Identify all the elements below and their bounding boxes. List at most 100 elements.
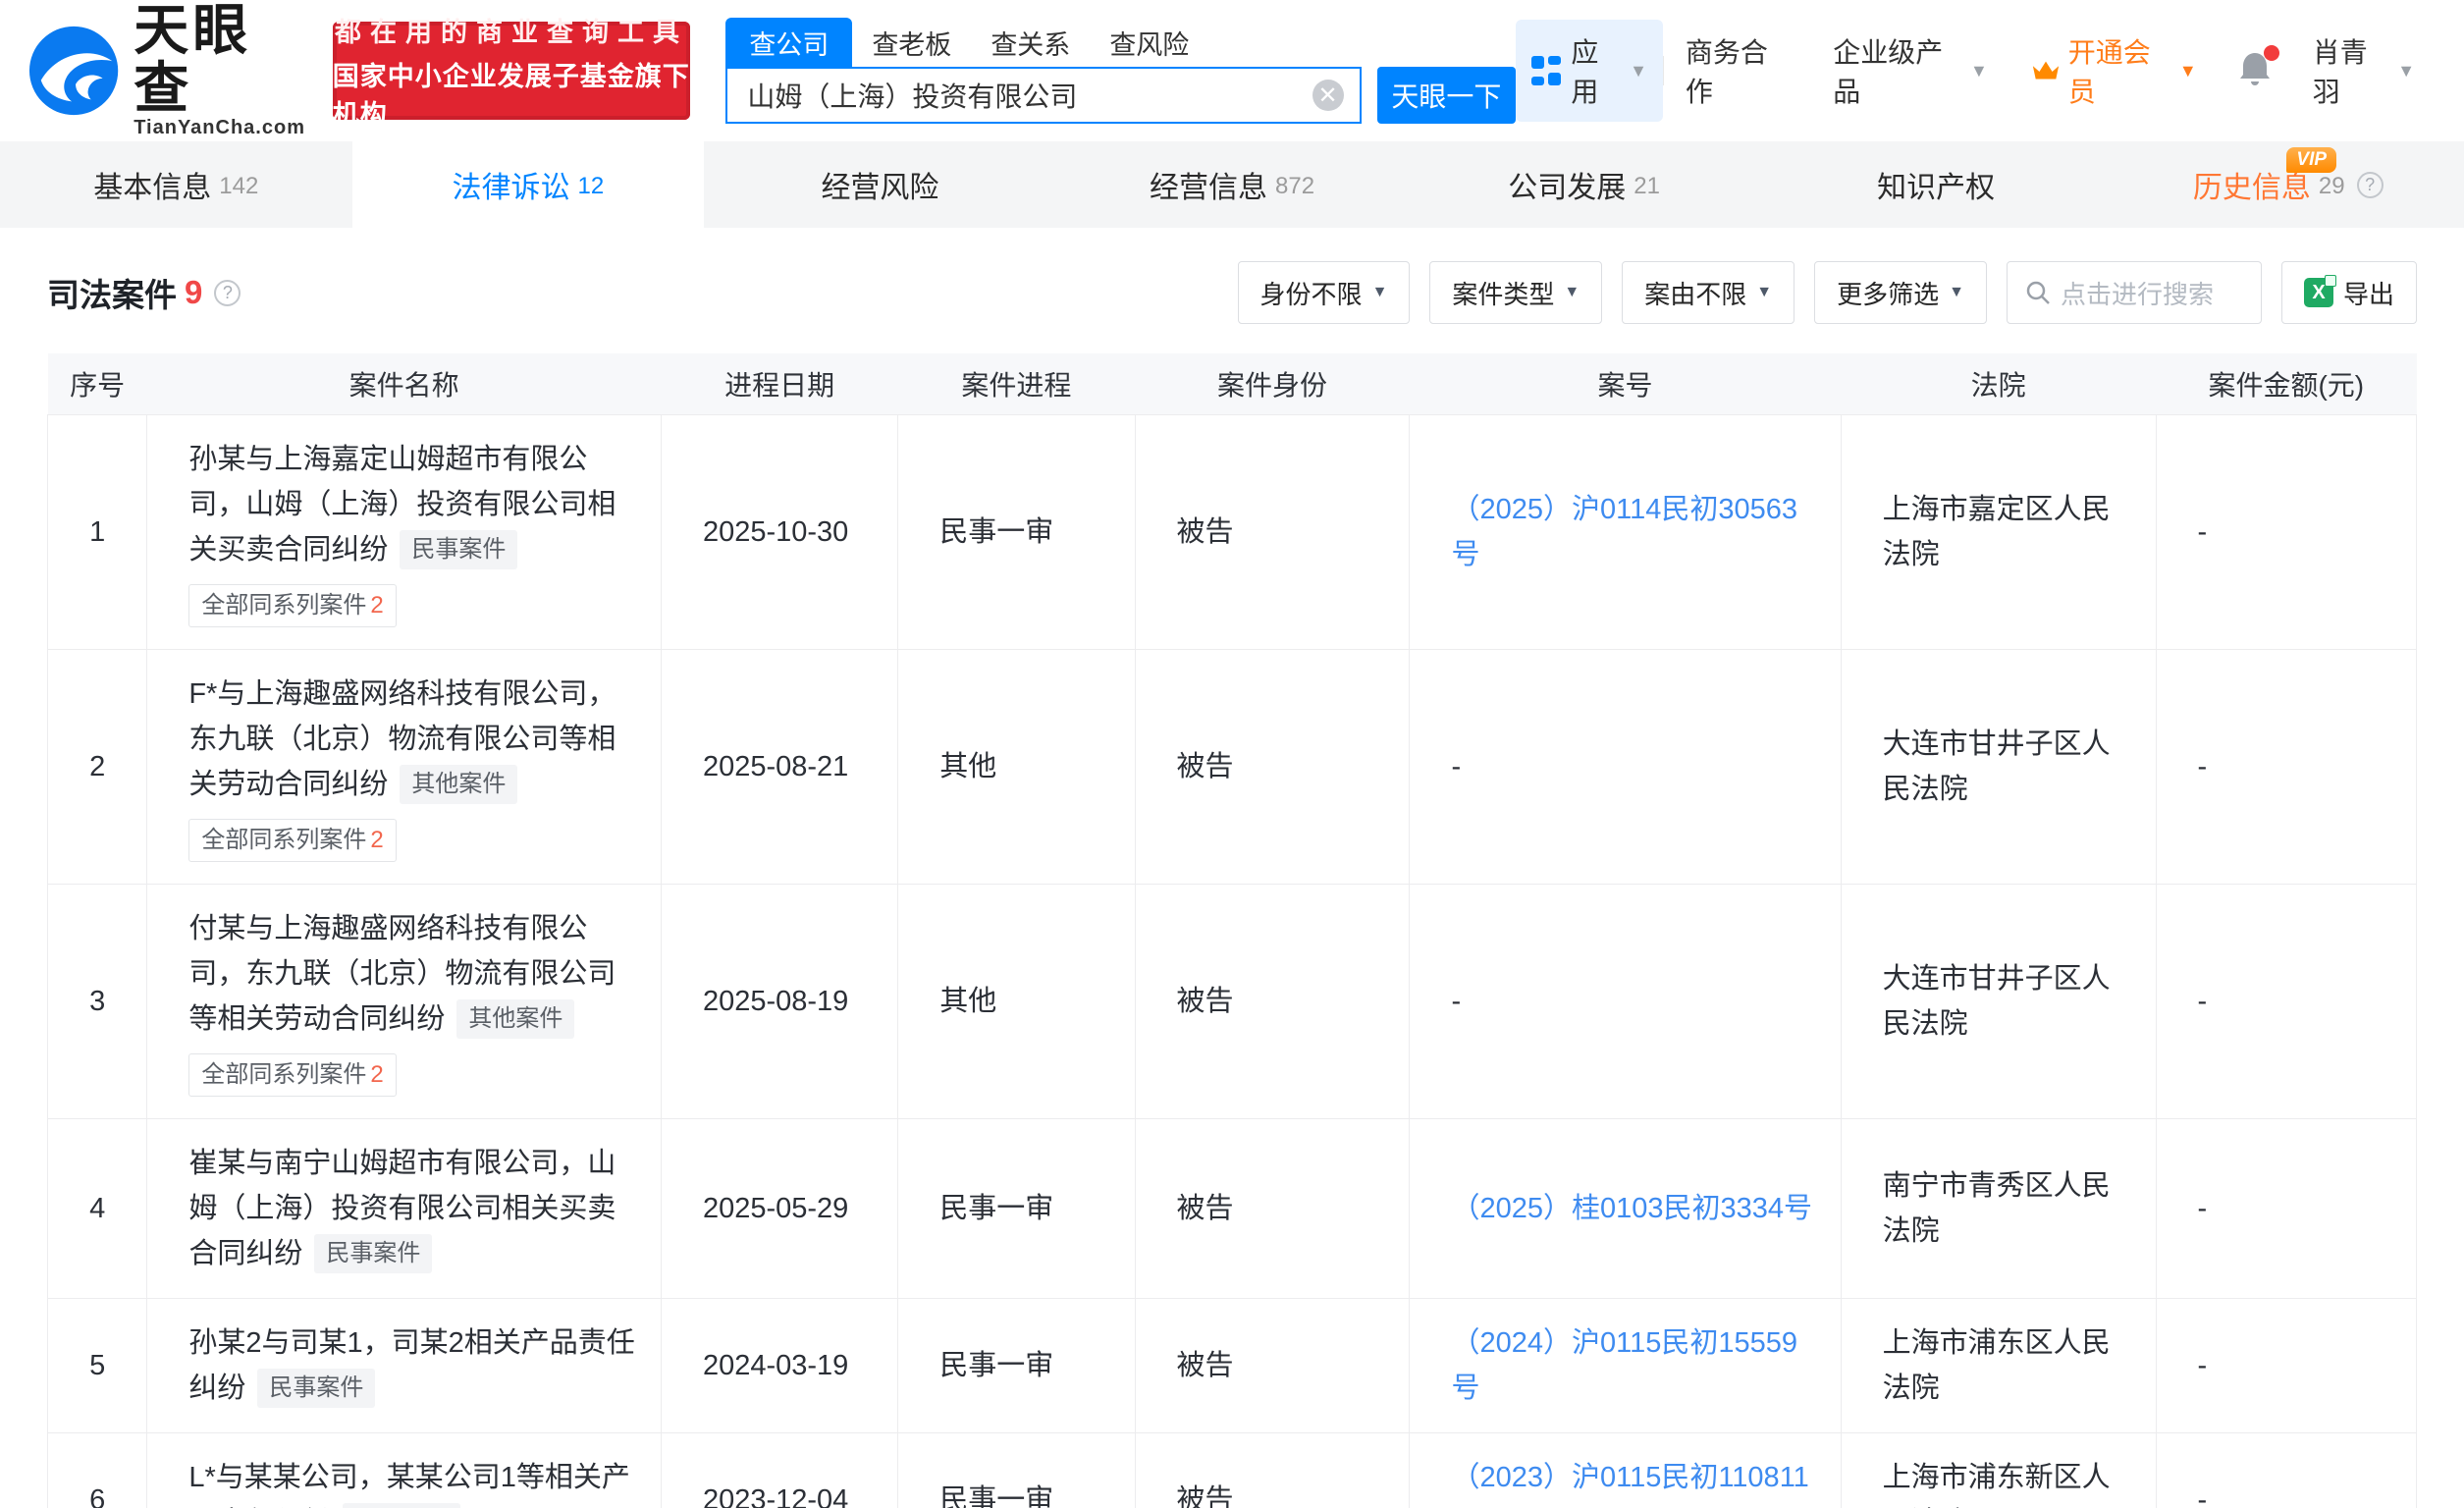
help-icon[interactable]: ?: [2356, 171, 2384, 198]
top-header: 天眼查 TianYanCha.com 都在用的商业查询工具 国家中小企业发展子基…: [0, 0, 2464, 141]
progress-date: 2024-03-19: [660, 1297, 899, 1433]
search-area: 查公司 查老板 查关系 查风险 山姆（上海）投资有限公司 ✕ 天眼一下: [725, 18, 1517, 124]
filter-toolbar: 身份不限 ▼ 案件类型 ▼ 案由不限 ▼ 更多筛选 ▼ 点击进行搜索 X 导出: [1237, 261, 2417, 324]
chevron-down-icon: ▼: [1564, 284, 1580, 300]
excel-icon: X: [2303, 275, 2336, 307]
section-title-judicial-cases: 司法案件 9 ?: [47, 269, 241, 316]
case-type-tag: 民事案件: [343, 1502, 461, 1508]
filter-cause[interactable]: 案由不限 ▼: [1622, 261, 1795, 324]
table-row: 1 孙某与上海嘉定山姆超市有限公司，山姆（上海）投资有限公司相关买卖合同纠纷 民事…: [46, 413, 2418, 650]
filter-more[interactable]: 更多筛选 ▼: [1814, 261, 1987, 324]
search-input[interactable]: 山姆（上海）投资有限公司 ✕: [725, 67, 1362, 124]
case-type-tag: 民事案件: [314, 1233, 433, 1273]
table-header-row: 序号 案件名称 进程日期 案件进程 案件身份 案号 法院 案件金额(元): [47, 353, 2417, 414]
search-tab-boss[interactable]: 查老板: [852, 18, 971, 67]
search-placeholder: 点击进行搜索: [2060, 279, 2214, 309]
tianyancha-logo[interactable]: 天眼查 TianYanCha.com: [27, 1, 307, 140]
case-number-cell: （2025）沪0114民初30563号: [1409, 413, 1842, 650]
tab-history-info[interactable]: VIP 历史信息 29 ?: [2112, 141, 2464, 228]
tab-operation-info[interactable]: 经营信息 872: [1056, 141, 1409, 228]
series-cases-link[interactable]: 全部同系列案件 2: [188, 583, 397, 627]
case-name: L*与某某公司，某某公司1等相关产品责任纠纷: [188, 1461, 630, 1508]
export-button[interactable]: X 导出: [2280, 261, 2417, 324]
open-vip-link[interactable]: 开通会员 ▼: [2009, 31, 2219, 110]
case-number[interactable]: （2025）桂0103民初3334号: [1451, 1193, 1812, 1224]
col-court: 法院: [1841, 353, 2157, 414]
case-progress: 其他: [897, 648, 1136, 885]
case-number[interactable]: （2024）沪0115民初15559号: [1451, 1327, 1797, 1404]
court-name: 南宁市青秀区人民法院: [1840, 1117, 2157, 1299]
case-amount: -: [2155, 883, 2418, 1119]
col-case-progress: 案件进程: [897, 353, 1136, 414]
table-row: 3 付某与上海趣盛网络科技有限公司，东九联（北京）物流有限公司等相关劳动合同纠纷…: [46, 883, 2418, 1119]
user-menu[interactable]: 肖青羽 ▼: [2291, 31, 2437, 110]
case-number: -: [1451, 985, 1462, 1017]
header-nav: 应用 ▼ 商务合作 企业级产品 ▼ 开通会员 ▼ 肖青羽 ▼: [1516, 20, 2437, 122]
case-progress: 民事一审: [897, 1431, 1136, 1508]
case-identity: 被告: [1134, 883, 1411, 1119]
business-cooperation-link[interactable]: 商务合作: [1664, 31, 1811, 110]
enterprise-products-menu[interactable]: 企业级产品 ▼: [1811, 31, 2009, 110]
series-cases-link[interactable]: 全部同系列案件 2: [188, 1052, 397, 1097]
court-name: 大连市甘井子区人民法院: [1840, 648, 2157, 885]
notification-bell[interactable]: [2219, 44, 2291, 91]
search-tab-company[interactable]: 查公司: [725, 18, 853, 67]
search-icon: [2026, 281, 2050, 304]
case-number-cell: （2025）桂0103民初3334号: [1409, 1117, 1842, 1299]
case-identity: 被告: [1134, 1431, 1411, 1508]
case-type-tag: 民事案件: [400, 529, 518, 569]
case-seq: 2: [46, 648, 148, 885]
apps-grid-icon: [1531, 56, 1562, 85]
cases-table: 序号 案件名称 进程日期 案件进程 案件身份 案号 法院 案件金额(元) 1 孙…: [46, 353, 2418, 1508]
help-icon[interactable]: ?: [214, 279, 241, 306]
litigation-content: 司法案件 9 ? 身份不限 ▼ 案件类型 ▼ 案由不限 ▼ 更多筛选 ▼ 点击进…: [0, 228, 2464, 1508]
case-number[interactable]: （2025）沪0114民初30563号: [1451, 494, 1797, 570]
tab-operation-risk[interactable]: 经营风险: [704, 141, 1056, 228]
clear-search-icon[interactable]: ✕: [1312, 80, 1344, 111]
table-row: 5 孙某2与司某1，司某2相关产品责任纠纷 民事案件 2024-03-19 民事一…: [46, 1297, 2418, 1433]
court-name: 上海市浦东区人民法院: [1840, 1297, 2157, 1433]
enterprise-label: 企业级产品: [1833, 37, 1944, 107]
progress-date: 2025-05-29: [660, 1117, 899, 1299]
promo-banner[interactable]: 都在用的商业查询工具 国家中小企业发展子基金旗下机构: [332, 18, 691, 130]
tab-company-development[interactable]: 公司发展 21: [1408, 141, 1760, 228]
case-identity: 被告: [1134, 1117, 1411, 1299]
search-tab-risk[interactable]: 查风险: [1090, 18, 1208, 67]
chevron-down-icon: ▼: [1969, 60, 1988, 81]
case-search-input[interactable]: 点击进行搜索: [2006, 261, 2262, 324]
notification-dot: [2263, 44, 2279, 61]
chevron-down-icon: ▼: [1756, 284, 1773, 300]
search-tabs: 查公司 查老板 查关系 查风险: [725, 18, 1516, 67]
logo-subtitle: TianYanCha.com: [134, 117, 305, 139]
case-progress: 民事一审: [897, 413, 1136, 650]
search-button[interactable]: 天眼一下: [1376, 67, 1517, 124]
case-name-cell: 付某与上海趣盛网络科技有限公司，东九联（北京）物流有限公司等相关劳动合同纠纷 其他…: [146, 883, 662, 1119]
case-amount: -: [2155, 1117, 2418, 1299]
case-number[interactable]: （2023）沪0115民初110811号: [1451, 1462, 1808, 1508]
col-case-name: 案件名称: [146, 353, 662, 414]
tab-basic-info[interactable]: 基本信息 142: [0, 141, 352, 228]
filter-case-type[interactable]: 案件类型 ▼: [1429, 261, 1603, 324]
court-name: 上海市嘉定区人民法院: [1840, 413, 2157, 650]
case-number-cell: -: [1409, 883, 1842, 1119]
chevron-down-icon: ▼: [2397, 60, 2416, 81]
case-progress: 民事一审: [897, 1117, 1136, 1299]
chevron-down-icon: ▼: [2178, 60, 2197, 81]
case-amount: -: [2155, 1431, 2418, 1508]
company-tabbar: 基本信息 142 法律诉讼 12 经营风险 经营信息 872 公司发展 21 知识产权 …: [0, 141, 2464, 228]
apps-menu[interactable]: 应用 ▼: [1516, 20, 1663, 122]
search-input-value: 山姆（上海）投资有限公司: [747, 81, 1078, 112]
filter-identity[interactable]: 身份不限 ▼: [1237, 261, 1411, 324]
search-tab-relation[interactable]: 查关系: [971, 18, 1090, 67]
case-amount: -: [2155, 1297, 2418, 1433]
series-cases-link[interactable]: 全部同系列案件 2: [188, 818, 397, 862]
username: 肖青羽: [2312, 37, 2368, 107]
case-name-cell: 崔某与南宁山姆超市有限公司，山姆（上海）投资有限公司相关买卖合同纠纷 民事案件: [146, 1117, 662, 1299]
tab-intellectual-property[interactable]: 知识产权: [1760, 141, 2113, 228]
case-number-cell: -: [1409, 648, 1842, 885]
tab-legal-litigation[interactable]: 法律诉讼 12: [351, 141, 705, 228]
table-row: 4 崔某与南宁山姆超市有限公司，山姆（上海）投资有限公司相关买卖合同纠纷 民事案件…: [46, 1117, 2418, 1299]
case-identity: 被告: [1134, 648, 1411, 885]
progress-date: 2025-08-19: [660, 883, 899, 1119]
court-name: 上海市浦东新区人民法院: [1840, 1431, 2157, 1508]
